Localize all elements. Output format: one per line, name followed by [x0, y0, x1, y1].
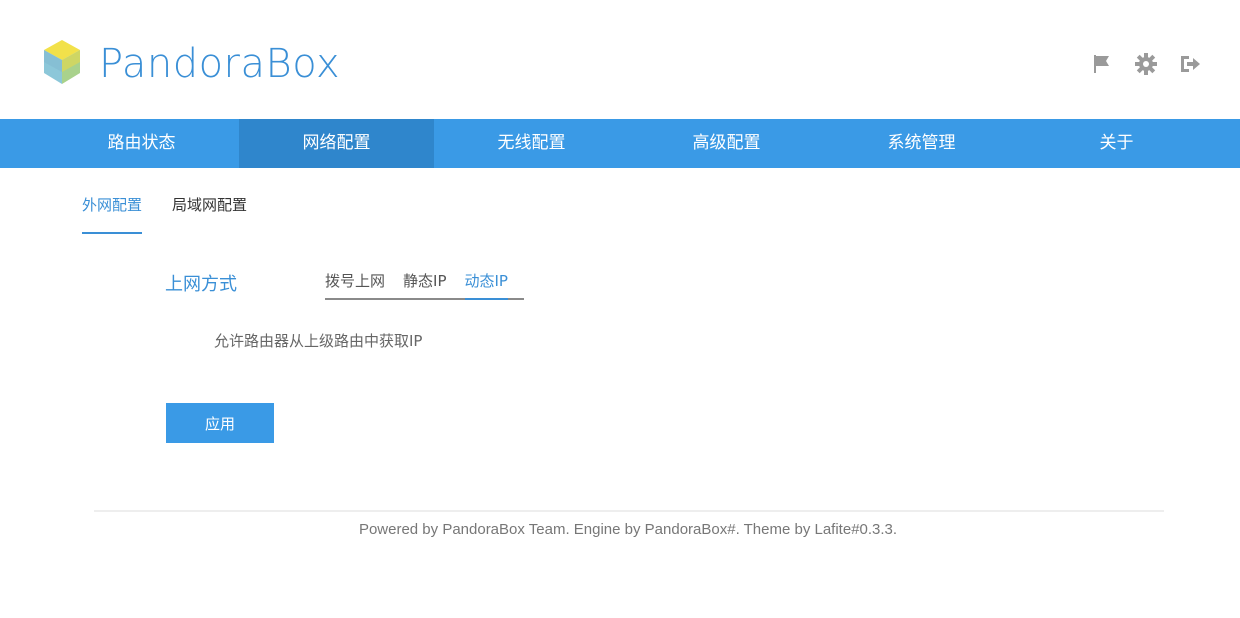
- nav-item-wireless-config[interactable]: 无线配置: [434, 119, 629, 168]
- nav-item-network-config[interactable]: 网络配置: [239, 119, 434, 168]
- connection-mode-label: 上网方式: [165, 274, 237, 295]
- connection-mode-tabs: 拨号上网 静态IP 动态IP: [325, 266, 524, 300]
- footer-text: Powered by PandoraBox Team. Engine by Pa…: [358, 521, 898, 538]
- main-nav: 路由状态 网络配置 无线配置 高级配置 系统管理 关于: [0, 119, 1240, 168]
- mode-tab-static-ip[interactable]: 静态IP: [403, 266, 446, 300]
- nav-item-router-status[interactable]: 路由状态: [44, 119, 239, 168]
- gear-icon[interactable]: [1134, 52, 1158, 76]
- flag-icon[interactable]: [1090, 52, 1114, 76]
- mode-tab-dhcp[interactable]: 动态IP: [464, 266, 508, 300]
- sub-tabs: 外网配置 局域网配置: [82, 186, 247, 234]
- mode-tab-pppoe[interactable]: 拨号上网: [325, 266, 385, 300]
- tab-wan-config[interactable]: 外网配置: [82, 186, 143, 234]
- nav-item-advanced-config[interactable]: 高级配置: [629, 119, 824, 168]
- header-icons: [1090, 52, 1202, 76]
- brand-title: PandoraBox: [99, 41, 341, 87]
- nav-item-system-management[interactable]: 系统管理: [824, 119, 1019, 168]
- tab-lan-config[interactable]: 局域网配置: [172, 186, 247, 234]
- apply-button[interactable]: 应用: [166, 403, 274, 443]
- pandorabox-logo-icon: [44, 40, 80, 84]
- mode-description: 允许路由器从上级路由中获取IP: [214, 332, 423, 350]
- footer-divider: [94, 510, 1164, 512]
- logout-icon[interactable]: [1178, 52, 1202, 76]
- header: PandoraBox: [0, 0, 1240, 119]
- nav-item-about[interactable]: 关于: [1019, 119, 1214, 168]
